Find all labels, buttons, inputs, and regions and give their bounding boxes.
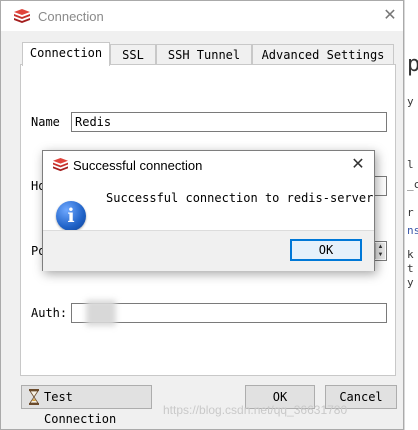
info-glyph: i <box>67 205 75 227</box>
window-title: Connection <box>38 9 104 24</box>
info-icon: i <box>56 201 86 231</box>
test-connection-button[interactable]: Test Connection <box>21 385 152 426</box>
dialog-title: Successful connection <box>73 158 203 173</box>
background-text: r <box>407 206 414 219</box>
dialog-footer: OK <box>43 230 374 271</box>
background-text: y <box>407 276 414 289</box>
tab-advanced-settings[interactable]: Advanced Settings <box>252 44 394 65</box>
port-spinner[interactable]: ▲ ▼ <box>375 243 385 259</box>
background-text: p <box>407 52 418 77</box>
background-text: y <box>407 95 414 108</box>
hourglass-icon <box>28 389 40 412</box>
background-text: t <box>407 262 414 275</box>
dialog-ok-button[interactable]: OK <box>290 239 362 261</box>
tab-ssh-tunnel[interactable]: SSH Tunnel <box>156 44 252 65</box>
background-text: _c <box>407 178 418 191</box>
background-text: ns <box>407 224 418 237</box>
redis-logo-icon <box>52 157 69 177</box>
auth-label: Auth: <box>31 306 68 320</box>
redacted-value <box>86 300 116 326</box>
tab-ssl[interactable]: SSL <box>110 44 156 65</box>
name-label: Name <box>31 115 60 129</box>
close-icon[interactable]: ✕ <box>346 153 370 177</box>
background-text: k <box>407 248 414 261</box>
tab-connection[interactable]: Connection <box>22 42 110 66</box>
test-connection-label: Test Connection <box>44 390 117 426</box>
title-bar: Connection ✕ <box>1 1 403 31</box>
background-window: p y l _c r ns k t y <box>404 0 418 430</box>
dialog-message: Successful connection to redis-server <box>106 191 374 205</box>
redis-logo-icon <box>13 8 31 29</box>
watermark: https://blog.csdn.net/qq_36631780 <box>163 403 348 417</box>
success-dialog: Successful connection ✕ i Successful con… <box>42 150 375 271</box>
background-text: l <box>407 158 414 171</box>
name-field[interactable]: Redis <box>71 112 387 132</box>
auth-field[interactable] <box>71 300 387 326</box>
close-icon[interactable]: ✕ <box>377 3 403 29</box>
